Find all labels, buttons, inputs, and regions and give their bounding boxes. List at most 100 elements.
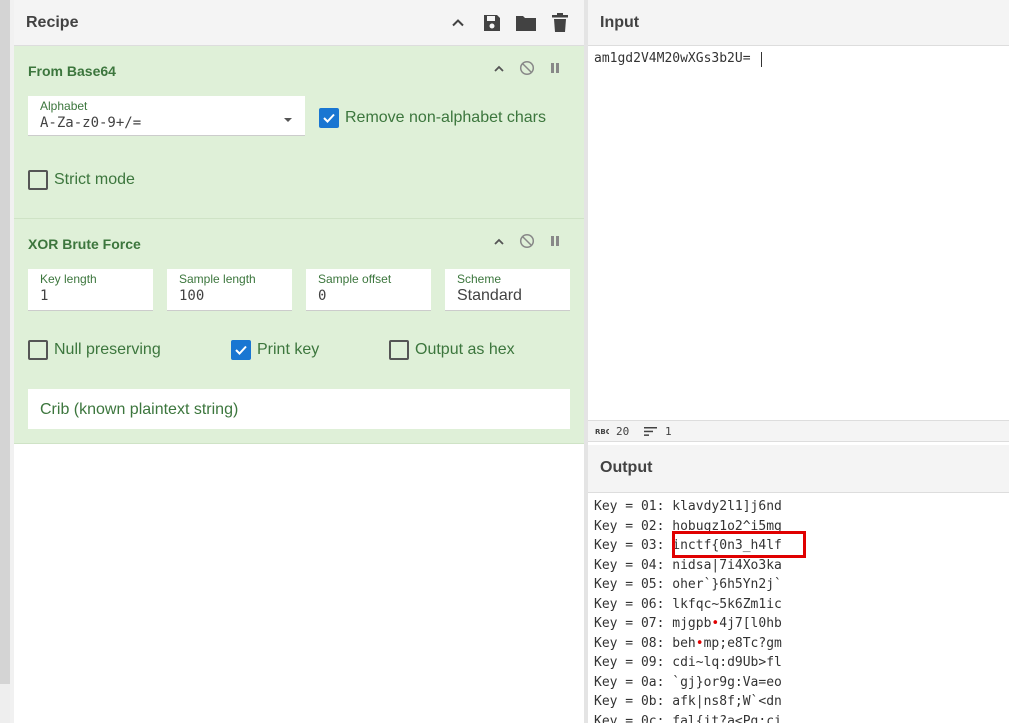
scheme-label: Scheme bbox=[457, 272, 502, 286]
lines-icon bbox=[644, 426, 657, 440]
output-line: Key = 05: oher`}6h5Yn2j` bbox=[594, 575, 782, 595]
recipe-title: Recipe bbox=[26, 14, 79, 31]
output-key-prefix: Key = 0c: bbox=[594, 713, 673, 723]
input-status-bar: RBC 20 1 bbox=[588, 420, 1009, 442]
remove-non-alphabet-checkbox[interactable]: Remove non-alphabet chars bbox=[319, 108, 546, 128]
sample-offset-value: 0 bbox=[318, 288, 327, 304]
crib-placeholder: Crib (known plaintext string) bbox=[40, 401, 239, 418]
text-cursor bbox=[761, 52, 762, 67]
io-pane: Input am1gd2V4M20wXGs3b2U= RBC 20 1 Outp… bbox=[588, 0, 1009, 723]
key-length-value: 1 bbox=[40, 288, 49, 304]
recipe-header: Recipe bbox=[14, 0, 584, 46]
output-as-hex-checkbox[interactable]: Output as hex bbox=[389, 340, 515, 360]
alphabet-select[interactable]: Alphabet A-Za-z0-9+/= bbox=[28, 96, 305, 136]
checkbox-unchecked-icon[interactable] bbox=[28, 170, 48, 190]
checkbox-unchecked-icon[interactable] bbox=[28, 340, 48, 360]
remove-non-alphabet-label: Remove non-alphabet chars bbox=[345, 109, 547, 126]
scheme-value: Standard bbox=[457, 287, 522, 304]
output-as-hex-label: Output as hex bbox=[415, 341, 515, 358]
disable-icon[interactable] bbox=[519, 233, 535, 249]
checkbox-checked-icon[interactable] bbox=[319, 108, 339, 128]
trash-icon[interactable] bbox=[549, 12, 571, 34]
output-key-prefix: Key = 07: bbox=[594, 616, 673, 631]
null-preserving-label: Null preserving bbox=[54, 341, 161, 358]
xor-brute-force-operation: XOR Brute Force Key length 1 Sample leng… bbox=[14, 219, 584, 444]
output-textarea[interactable]: Key = 01: klavdy2l1]j6nd Key = 02: hobugz… bbox=[588, 493, 1009, 723]
output-header: Output bbox=[588, 445, 1009, 493]
output-decoded-text: lkfqc~5k6Zm1ic bbox=[672, 596, 782, 612]
output-line: Key = 0c: fal{it?a<Pg;ci bbox=[594, 712, 782, 723]
output-line: Key = 09: cdi~lq:d9Ub>fl bbox=[594, 653, 782, 673]
svg-text:RBC: RBC bbox=[595, 428, 609, 436]
output-title: Output bbox=[600, 459, 653, 476]
dropdown-arrow-icon bbox=[283, 110, 293, 128]
scheme-select[interactable]: Scheme Standard bbox=[445, 269, 570, 311]
checkbox-checked-icon[interactable] bbox=[231, 340, 251, 360]
abc-icon: RBC bbox=[595, 426, 611, 439]
print-key-checkbox[interactable]: Print key bbox=[231, 340, 319, 360]
sample-length-label: Sample length bbox=[179, 272, 256, 286]
strict-mode-checkbox[interactable]: Strict mode bbox=[28, 170, 135, 190]
input-textarea[interactable]: am1gd2V4M20wXGs3b2U= bbox=[588, 46, 1009, 420]
input-line-count: 1 bbox=[665, 425, 672, 438]
output-key-prefix: Key = 01: bbox=[594, 499, 673, 514]
output-key-prefix: Key = 06: bbox=[594, 596, 673, 612]
output-line: Key = 0a: `gj}or9g:Va=eo bbox=[594, 673, 782, 693]
output-line: Key = 07: mjgpb•4j7[l0hb bbox=[594, 614, 782, 634]
output-line: Key = 06: lkfqc~5k6Zm1ic bbox=[594, 595, 782, 615]
output-decoded-text: afk|ns8f;W`<dn bbox=[672, 694, 782, 709]
disable-icon[interactable] bbox=[519, 60, 535, 76]
alphabet-label: Alphabet bbox=[40, 99, 88, 113]
crib-input[interactable]: Crib (known plaintext string) bbox=[28, 389, 570, 429]
sample-length-value: 100 bbox=[179, 288, 205, 304]
print-key-label: Print key bbox=[257, 341, 320, 358]
output-decoded-text: cdi~lq:d9Ub>fl bbox=[672, 655, 782, 670]
strict-mode-label: Strict mode bbox=[54, 171, 135, 188]
pause-icon[interactable] bbox=[547, 233, 563, 249]
output-key-prefix: Key = 0b: bbox=[594, 694, 673, 709]
left-scroll-strip[interactable] bbox=[0, 0, 10, 684]
chevron-up-icon[interactable] bbox=[447, 12, 469, 34]
input-length: 20 bbox=[616, 425, 630, 438]
from-base64-operation: From Base64 Alphabet A-Za-z0-9+/= Remove… bbox=[14, 46, 584, 219]
recipe-pane: Recipe From Base64 Alphabet A-Za-z0-9+/=… bbox=[14, 0, 584, 723]
sample-offset-field[interactable]: Sample offset 0 bbox=[306, 269, 431, 311]
output-decoded-text: oher`}6h5Yn2j` bbox=[672, 577, 782, 592]
left-scroll-strip-end bbox=[0, 684, 10, 723]
highlight-annotation-box bbox=[672, 531, 806, 558]
save-icon[interactable] bbox=[481, 12, 503, 34]
chevron-up-icon[interactable] bbox=[491, 61, 507, 77]
folder-icon[interactable] bbox=[515, 12, 537, 34]
output-key-prefix: Key = 08: bbox=[594, 635, 673, 651]
alphabet-value: A-Za-z0-9+/= bbox=[40, 115, 142, 131]
input-value: am1gd2V4M20wXGs3b2U= bbox=[594, 51, 751, 66]
output-key-prefix: Key = 03: bbox=[594, 538, 673, 553]
checkbox-unchecked-icon[interactable] bbox=[389, 340, 409, 360]
control-char-marker: • bbox=[711, 616, 720, 631]
input-title: Input bbox=[600, 14, 640, 31]
output-decoded-text: klavdy2l1]j6nd bbox=[672, 499, 782, 514]
output-line: Key = 0b: afk|ns8f;W`<dn bbox=[594, 692, 782, 712]
output-line: Key = 01: klavdy2l1]j6nd bbox=[594, 497, 782, 517]
input-header: Input bbox=[588, 0, 1009, 46]
control-char-marker: • bbox=[695, 635, 704, 651]
output-decoded-text: mjgpb•4j7[l0hb bbox=[672, 616, 782, 631]
output-line: Key = 04: nidsa|7i4Xo3ka bbox=[594, 556, 782, 576]
key-length-label: Key length bbox=[40, 272, 97, 286]
from-base64-title: From Base64 bbox=[28, 63, 116, 79]
output-key-prefix: Key = 09: bbox=[594, 655, 673, 670]
output-line: Key = 08: beh•mp;e8Tc?gm bbox=[594, 634, 782, 654]
output-decoded-text: nidsa|7i4Xo3ka bbox=[672, 557, 782, 573]
output-decoded-text: fal{it?a<Pg;ci bbox=[672, 713, 782, 723]
output-key-prefix: Key = 04: bbox=[594, 557, 673, 573]
key-length-field[interactable]: Key length 1 bbox=[28, 269, 153, 311]
sample-offset-label: Sample offset bbox=[318, 272, 392, 286]
output-key-prefix: Key = 05: bbox=[594, 577, 673, 592]
chevron-up-icon[interactable] bbox=[491, 234, 507, 250]
sample-length-field[interactable]: Sample length 100 bbox=[167, 269, 292, 311]
pause-icon[interactable] bbox=[547, 60, 563, 76]
output-key-prefix: Key = 02: bbox=[594, 518, 673, 534]
xor-brute-force-title: XOR Brute Force bbox=[28, 236, 141, 252]
cyberchef-app: Recipe From Base64 Alphabet A-Za-z0-9+/=… bbox=[0, 0, 1009, 723]
null-preserving-checkbox[interactable]: Null preserving bbox=[28, 340, 161, 360]
